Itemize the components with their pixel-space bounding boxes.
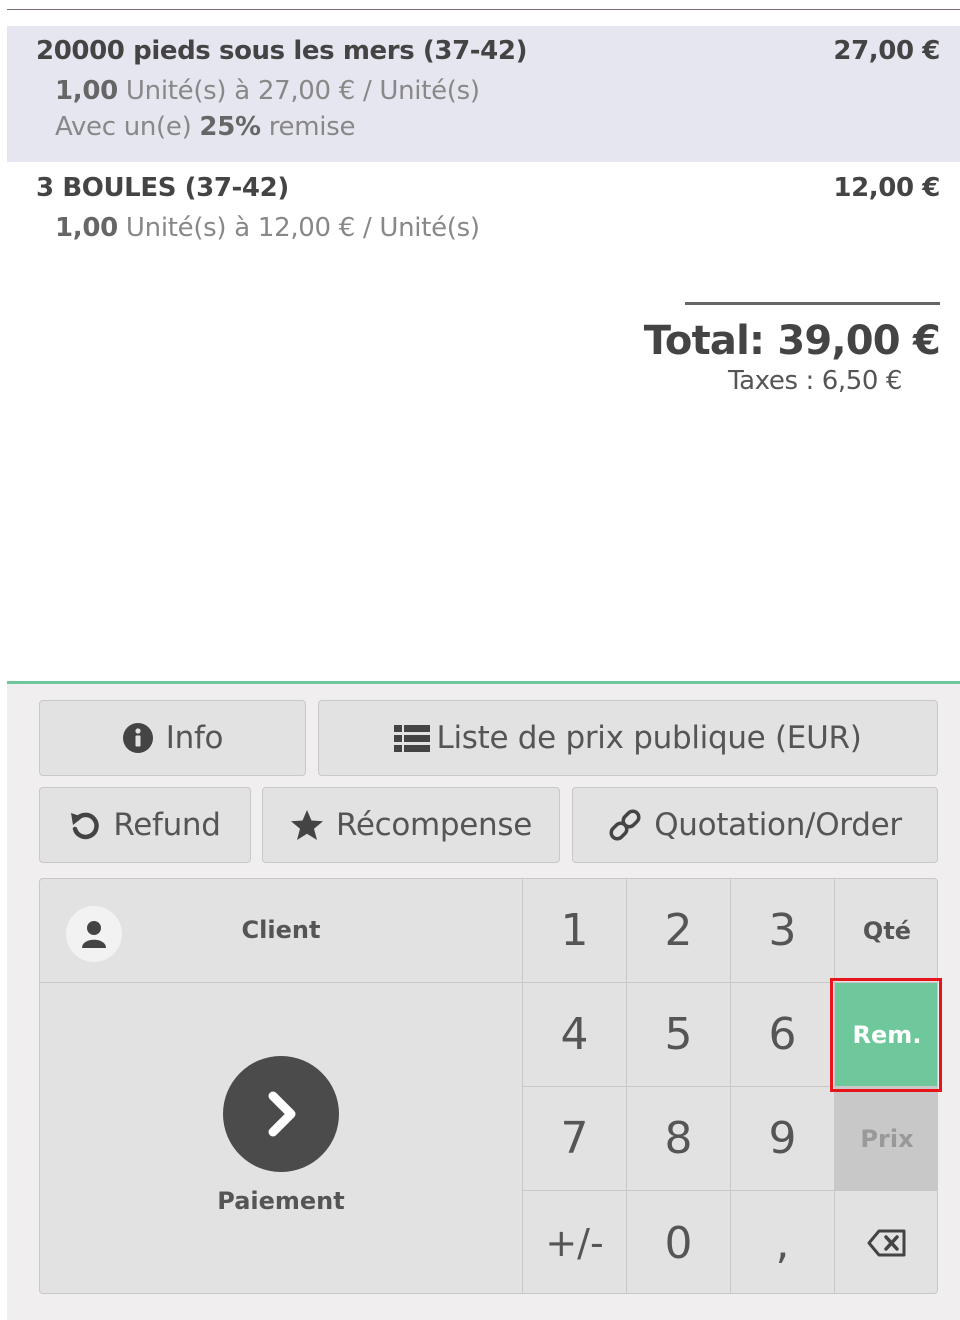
- payment-label: Paiement: [217, 1187, 345, 1215]
- numpad-key-5[interactable]: 5: [627, 983, 731, 1087]
- product-name: 20000 pieds sous les mers (37-42): [36, 36, 528, 66]
- pricelist-button[interactable]: Liste de prix publique (EUR): [318, 700, 938, 776]
- numpad-container: Client Paiement 1 2 3 Qté 4 5 6 Rem. 7 8…: [39, 878, 938, 1294]
- reward-button[interactable]: Récompense: [262, 787, 560, 863]
- numpad-key-plus-minus[interactable]: +/-: [523, 1191, 627, 1293]
- order-taxes: Taxes : 6,50 €: [727, 366, 902, 396]
- refund-label: Refund: [113, 807, 221, 843]
- numpad-key-1[interactable]: 1: [523, 879, 627, 983]
- numpad-key-7[interactable]: 7: [523, 1087, 627, 1191]
- line-unit-price: Unité(s) à 12,00 € / Unité(s): [117, 213, 480, 243]
- pricelist-label: Liste de prix publique (EUR): [436, 720, 862, 756]
- numpad-key-9[interactable]: 9: [731, 1087, 835, 1191]
- chevron-right-icon: [223, 1056, 339, 1172]
- top-divider: [7, 9, 960, 10]
- link-icon: [608, 808, 642, 842]
- list-icon: [394, 724, 431, 752]
- info-circle-icon: [122, 722, 154, 754]
- line-price: 12,00 €: [833, 173, 940, 203]
- numpad-key-decimal[interactable]: ,: [731, 1191, 835, 1293]
- line-qty: 1,00: [55, 213, 118, 243]
- line-unit-price: Unité(s) à 27,00 € / Unité(s): [117, 76, 480, 106]
- line-qty: 1,00: [55, 76, 118, 106]
- order-total: Total: 39,00 €: [643, 318, 941, 364]
- client-label: Client: [241, 916, 321, 944]
- mode-price-button[interactable]: Prix: [835, 1087, 937, 1191]
- mode-discount-button[interactable]: Rem.: [835, 983, 937, 1087]
- line-qty-info: 1,00 Unité(s) à 12,00 € / Unité(s): [55, 213, 480, 243]
- quotation-label: Quotation/Order: [654, 807, 902, 843]
- mode-quantity-button[interactable]: Qté: [835, 879, 937, 983]
- numpad-key-2[interactable]: 2: [627, 879, 731, 983]
- reward-label: Récompense: [335, 807, 533, 843]
- star-icon: [290, 809, 324, 841]
- refund-button[interactable]: Refund: [39, 787, 251, 863]
- numpad-key-8[interactable]: 8: [627, 1087, 731, 1191]
- discount-suffix: remise: [260, 112, 356, 142]
- line-price: 27,00 €: [833, 36, 940, 66]
- discount-value: 25%: [199, 112, 261, 142]
- undo-icon: [69, 809, 101, 841]
- quotation-order-button[interactable]: Quotation/Order: [572, 787, 938, 863]
- discount-prefix: Avec un(e): [55, 112, 200, 142]
- numpad-key-3[interactable]: 3: [731, 879, 835, 983]
- info-button[interactable]: Info: [39, 700, 306, 776]
- orderline-selected[interactable]: 20000 pieds sous les mers (37-42) 27,00 …: [7, 26, 960, 162]
- line-discount-info: Avec un(e) 25% remise: [55, 112, 355, 142]
- client-button[interactable]: Client: [40, 879, 523, 983]
- backspace-icon: [867, 1229, 907, 1257]
- product-name: 3 BOULES (37-42): [36, 173, 289, 203]
- orderline[interactable]: 3 BOULES (37-42) 12,00 € 1,00 Unité(s) à…: [7, 163, 960, 273]
- numpad-key-0[interactable]: 0: [627, 1191, 731, 1293]
- info-label: Info: [165, 720, 224, 756]
- numpad-key-6[interactable]: 6: [731, 983, 835, 1087]
- numpad-backspace-button[interactable]: [835, 1191, 937, 1293]
- summary-divider: [685, 302, 940, 305]
- line-qty-info: 1,00 Unité(s) à 27,00 € / Unité(s): [55, 76, 480, 106]
- payment-button[interactable]: Paiement: [40, 983, 523, 1293]
- numpad-key-4[interactable]: 4: [523, 983, 627, 1087]
